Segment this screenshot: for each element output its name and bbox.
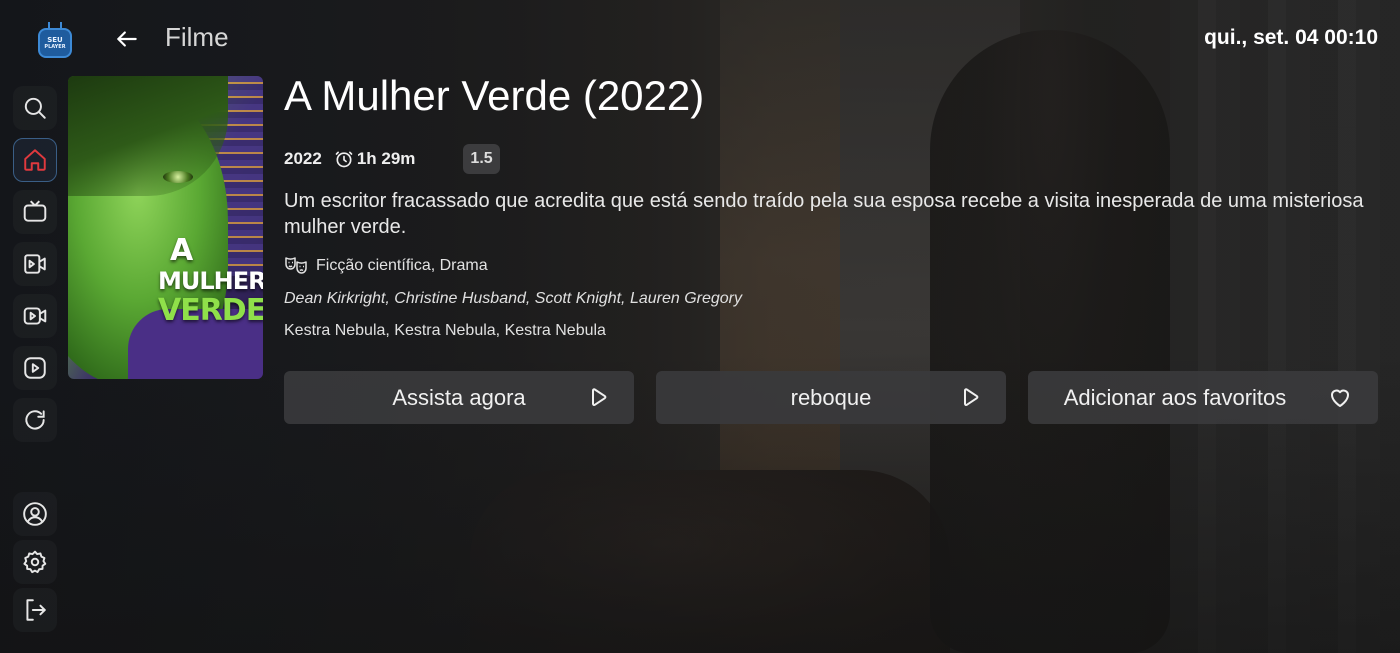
rating-badge: 1.5	[463, 144, 500, 174]
sidebar-item-videos[interactable]	[13, 346, 57, 390]
trailer-button[interactable]: reboque	[656, 371, 1006, 424]
app-logo: SEU PLAYER	[36, 22, 74, 60]
play-icon	[24, 357, 46, 379]
movie-meta: 2022 1h 29m 1.5	[284, 144, 500, 174]
genres-text: Ficção científica, Drama	[316, 257, 488, 274]
series-icon	[23, 307, 47, 325]
sidebar-item-logout[interactable]	[13, 588, 57, 632]
movie-poster: A MULHER VERDE	[68, 76, 263, 379]
settings-icon	[23, 550, 47, 574]
sidebar-item-series[interactable]	[13, 294, 57, 338]
movie-director: Kestra Nebula, Kestra Nebula, Kestra Neb…	[284, 322, 606, 339]
movie-year: 2022	[284, 149, 322, 168]
sidebar-item-settings[interactable]	[13, 540, 57, 584]
sidebar-item-live-tv[interactable]	[13, 190, 57, 234]
back-arrow-icon[interactable]	[114, 26, 140, 52]
movies-icon	[24, 254, 46, 274]
search-icon	[24, 97, 46, 119]
watch-now-label: Assista agora	[392, 384, 526, 410]
add-favorite-button[interactable]: Adicionar aos favoritos	[1028, 371, 1378, 424]
home-icon	[24, 149, 46, 171]
trailer-label: reboque	[790, 384, 872, 410]
sidebar-item-home[interactable]	[13, 138, 57, 182]
watch-now-button[interactable]: Assista agora	[284, 371, 634, 424]
movie-description: Um escritor fracassado que acredita que …	[284, 190, 1364, 238]
theater-masks-icon	[285, 257, 307, 274]
movie-title: A Mulher Verde (2022)	[284, 72, 705, 119]
sidebar-item-profile[interactable]	[13, 492, 57, 536]
sidebar-item-refresh[interactable]	[13, 398, 57, 442]
refresh-icon	[25, 410, 45, 430]
play-icon	[964, 388, 979, 406]
play-icon	[592, 388, 607, 406]
heart-icon	[1331, 389, 1349, 407]
sidebar-item-movies[interactable]	[13, 242, 57, 286]
add-favorite-label: Adicionar aos favoritos	[1063, 384, 1287, 410]
movie-genres: Ficção científica, Drama	[284, 254, 488, 278]
poster-title: A MULHER VERDE	[158, 233, 263, 328]
logout-icon	[26, 599, 46, 621]
sidebar-item-search[interactable]	[13, 86, 57, 130]
movie-duration: 1h 29m	[356, 149, 416, 168]
clock-datetime: qui., set. 04 00:10	[1204, 26, 1378, 49]
tv-icon	[23, 200, 47, 222]
page-title: Filme	[165, 22, 229, 52]
movie-cast: Dean Kirkright, Christine Husband, Scott…	[284, 290, 743, 307]
profile-icon	[23, 502, 47, 526]
clock-icon	[335, 151, 353, 168]
